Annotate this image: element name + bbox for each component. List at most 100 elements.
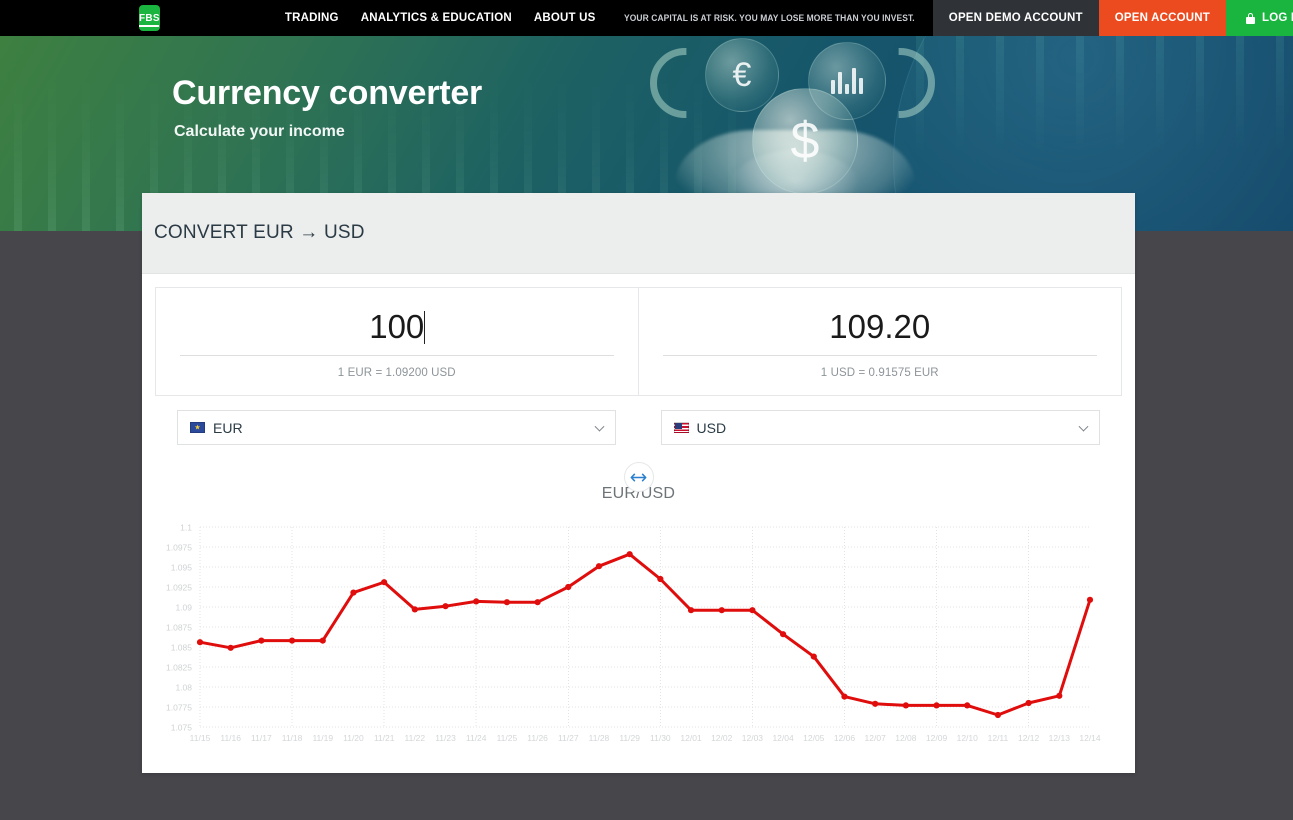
chart-data-point[interactable] (442, 603, 449, 610)
from-amount-underline (180, 355, 614, 356)
converter-card: CONVERT EUR → USD 1 EUR = 1.09200 USD 1 … (142, 193, 1135, 773)
chart-data-point[interactable] (810, 653, 817, 660)
chart-x-tick-label: 12/09 (926, 733, 948, 743)
chart-x-tick-label: 11/16 (220, 733, 241, 743)
chart-data-point[interactable] (657, 575, 664, 583)
swap-horizontal-icon (630, 473, 647, 481)
chart-data-point[interactable] (350, 589, 357, 596)
chart-data-point[interactable] (933, 702, 940, 709)
chart-x-tick-label: 11/24 (466, 733, 487, 743)
chart-x-tick-label: 12/03 (742, 733, 764, 743)
chart-data-point[interactable] (1056, 692, 1063, 699)
nav-item-about-us[interactable]: ABOUT US (534, 12, 596, 24)
converter-body: 1 EUR = 1.09200 USD 1 USD = 0.91575 EUR … (142, 287, 1135, 785)
chart-data-point[interactable] (626, 551, 633, 558)
eu-flag-icon (190, 422, 205, 433)
nav-links: TRADING ANALYTICS & EDUCATION ABOUT US (285, 0, 596, 36)
chart-y-tick-label: 1.1 (180, 523, 192, 533)
nav-item-trading[interactable]: TRADING (285, 12, 339, 24)
chart-data-point[interactable] (288, 637, 296, 644)
chart-y-tick-label: 1.0975 (166, 543, 192, 553)
logo-underline (139, 24, 160, 27)
chart-data-point[interactable] (872, 700, 879, 707)
chart-data-point[interactable] (964, 702, 971, 709)
chevron-down-icon (1078, 421, 1089, 432)
chart-data-point[interactable] (227, 644, 234, 651)
to-rate-note: 1 USD = 0.91575 EUR (820, 367, 939, 379)
chart-y-tick-label: 1.0775 (166, 703, 192, 713)
currency-select-row: EUR USD (155, 396, 1122, 465)
chart-y-tick-label: 1.085 (171, 643, 193, 653)
chart-data-point[interactable] (1025, 699, 1032, 707)
open-account-button[interactable]: OPEN ACCOUNT (1098, 0, 1227, 36)
chart-x-tick-label: 11/23 (435, 733, 456, 743)
chart-data-point[interactable] (749, 607, 756, 614)
chart-x-tick-label: 11/18 (282, 733, 303, 743)
chart-x-tick-label: 11/22 (405, 733, 426, 743)
chart-y-tick-label: 1.09 (175, 603, 192, 613)
chart-data-point[interactable] (411, 606, 418, 613)
chart-data-point[interactable] (902, 702, 909, 709)
to-currency-select[interactable]: USD (660, 410, 1100, 445)
chart-x-tick-label: 12/04 (772, 733, 794, 743)
nav-item-analytics-education[interactable]: ANALYTICS & EDUCATION (361, 12, 512, 24)
page-subtitle: Calculate your income (174, 123, 345, 140)
open-demo-account-button[interactable]: OPEN DEMO ACCOUNT (932, 0, 1099, 36)
euro-symbol: € (732, 55, 752, 94)
converter-card-header: CONVERT EUR → USD (142, 193, 1135, 274)
chart-x-tick-label: 11/20 (343, 733, 364, 743)
chart-x-tick-label: 11/19 (312, 733, 333, 743)
chart-data-point[interactable] (687, 607, 695, 614)
chart-x-tick-label: 11/30 (650, 733, 671, 743)
chart-data-point[interactable] (780, 631, 787, 638)
chart-x-tick-label: 12/06 (834, 733, 856, 743)
swap-currencies-button[interactable] (623, 462, 654, 492)
chart-x-tick-label: 11/21 (374, 733, 395, 743)
chart-x-tick-label: 12/05 (803, 733, 825, 743)
logo-text: FBS (139, 12, 160, 24)
log-in-button[interactable]: LOG IN (1226, 0, 1293, 36)
chart-x-tick-label: 11/17 (251, 733, 272, 743)
log-in-label: LOG IN (1262, 12, 1293, 24)
rate-history-chart: EUR/USD 1.1 1.0975 1.095 1.0925 1.09 1.0875 1.… (142, 485, 1135, 785)
convert-pair-title: CONVERT EUR → USD (154, 222, 365, 243)
chart-data-point[interactable] (1086, 596, 1094, 603)
chart-y-tick-label: 1.075 (171, 723, 193, 733)
from-amount-cell: 1 EUR = 1.09200 USD (156, 288, 639, 395)
us-flag-icon (673, 422, 689, 433)
chart-x-tick-label: 12/11 (988, 733, 1009, 743)
chart-x-tick-label: 12/08 (895, 733, 917, 743)
chart-data-point[interactable] (258, 637, 265, 644)
chart-data-point[interactable] (381, 579, 388, 586)
chart-x-tick-label: 12/12 (1018, 733, 1040, 743)
chart-data-point[interactable] (565, 583, 572, 591)
chart-x-tick-label: 12/07 (865, 733, 887, 743)
from-rate-note: 1 EUR = 1.09200 USD (337, 367, 456, 379)
chart-data-point[interactable] (994, 711, 1002, 719)
fbs-logo[interactable]: FBS (139, 5, 160, 31)
to-amount-input[interactable] (660, 304, 1099, 355)
chart-data-point[interactable] (595, 563, 603, 570)
chart-y-tick-label: 1.08 (175, 683, 192, 693)
chart-data-point[interactable] (196, 639, 204, 646)
to-amount-wrap (660, 304, 1099, 356)
lock-icon (1246, 12, 1256, 24)
chart-data-point[interactable] (718, 607, 725, 614)
from-currency-cell: EUR (155, 396, 639, 465)
chart-x-tick-label: 12/10 (957, 733, 979, 743)
chart-x-tick-label: 12/01 (680, 733, 702, 743)
chart-data-point[interactable] (534, 599, 541, 606)
from-currency-select[interactable]: EUR (177, 410, 616, 445)
from-amount-input[interactable] (178, 304, 616, 355)
chart-y-tick-label: 1.0925 (166, 583, 192, 593)
chart-x-tick-label: 11/25 (497, 733, 518, 743)
chart-data-point[interactable] (319, 637, 326, 644)
chart-series-line (198, 552, 1092, 717)
chart-data-point[interactable] (503, 599, 510, 606)
chart-data-point[interactable] (841, 693, 848, 700)
amount-row: 1 EUR = 1.09200 USD 1 USD = 0.91575 EUR (155, 287, 1122, 396)
chart-y-tick-label: 1.0875 (166, 623, 192, 633)
chart-data-point[interactable] (473, 598, 480, 605)
from-currency-label: EUR (213, 419, 243, 436)
chart-x-tick-label: 12/02 (711, 733, 733, 743)
